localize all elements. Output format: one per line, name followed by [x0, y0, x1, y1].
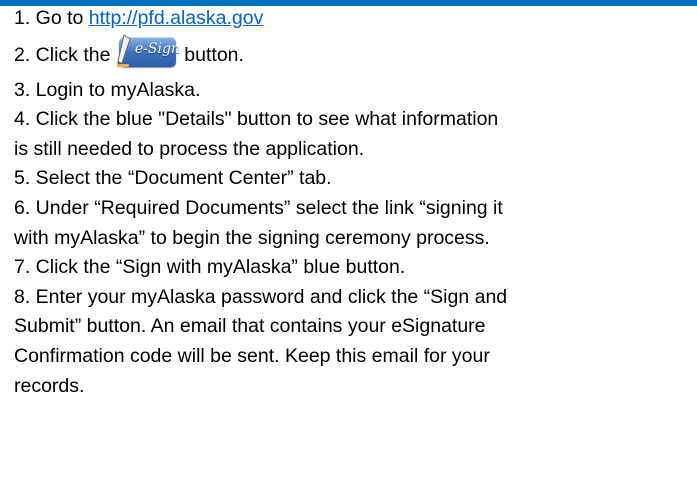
step-6-line-2: with myAlaska” to begin the signing cere… [14, 226, 490, 249]
step-8-line-3: Confirmation code will be sent. Keep thi… [14, 344, 490, 367]
step-6-line-1: 6. Under “Required Documents” select the… [14, 196, 503, 219]
step-2-text: 2. Click the [14, 43, 116, 66]
step-4-line-2: is still needed to process the applicati… [14, 137, 365, 160]
step-5: 5. Select the “Document Center” tab. [14, 167, 332, 190]
esign-button-label: e-Sign [134, 40, 180, 57]
step-3: 3. Login to myAlaska. [14, 78, 201, 101]
step-2-suffix: button. [178, 43, 244, 66]
esign-button[interactable]: e-Sign [116, 33, 180, 67]
step-2: 2. Click the e-Sign button. [14, 33, 694, 76]
pfd-website-link[interactable]: http://pfd.alaska.gov [89, 7, 264, 29]
pen-icon [116, 33, 131, 67]
instruction-steps: 1. Go to http://pfd.alaska.gov 2. Click … [14, 4, 694, 401]
step-1-text: 1. Go to [14, 7, 89, 29]
step-4-line-1: 4. Click the blue "Details" button to se… [14, 108, 499, 131]
step-8-line-1: 8. Enter your myAlaska password and clic… [14, 285, 508, 308]
step-8-line-4: records. [14, 374, 85, 397]
step-8-line-2: Submit” button. An email that contains y… [14, 315, 486, 338]
step-1: 1. Go to http://pfd.alaska.gov [14, 4, 694, 34]
step-7: 7. Click the “Sign with myAlaska” blue b… [14, 256, 406, 279]
